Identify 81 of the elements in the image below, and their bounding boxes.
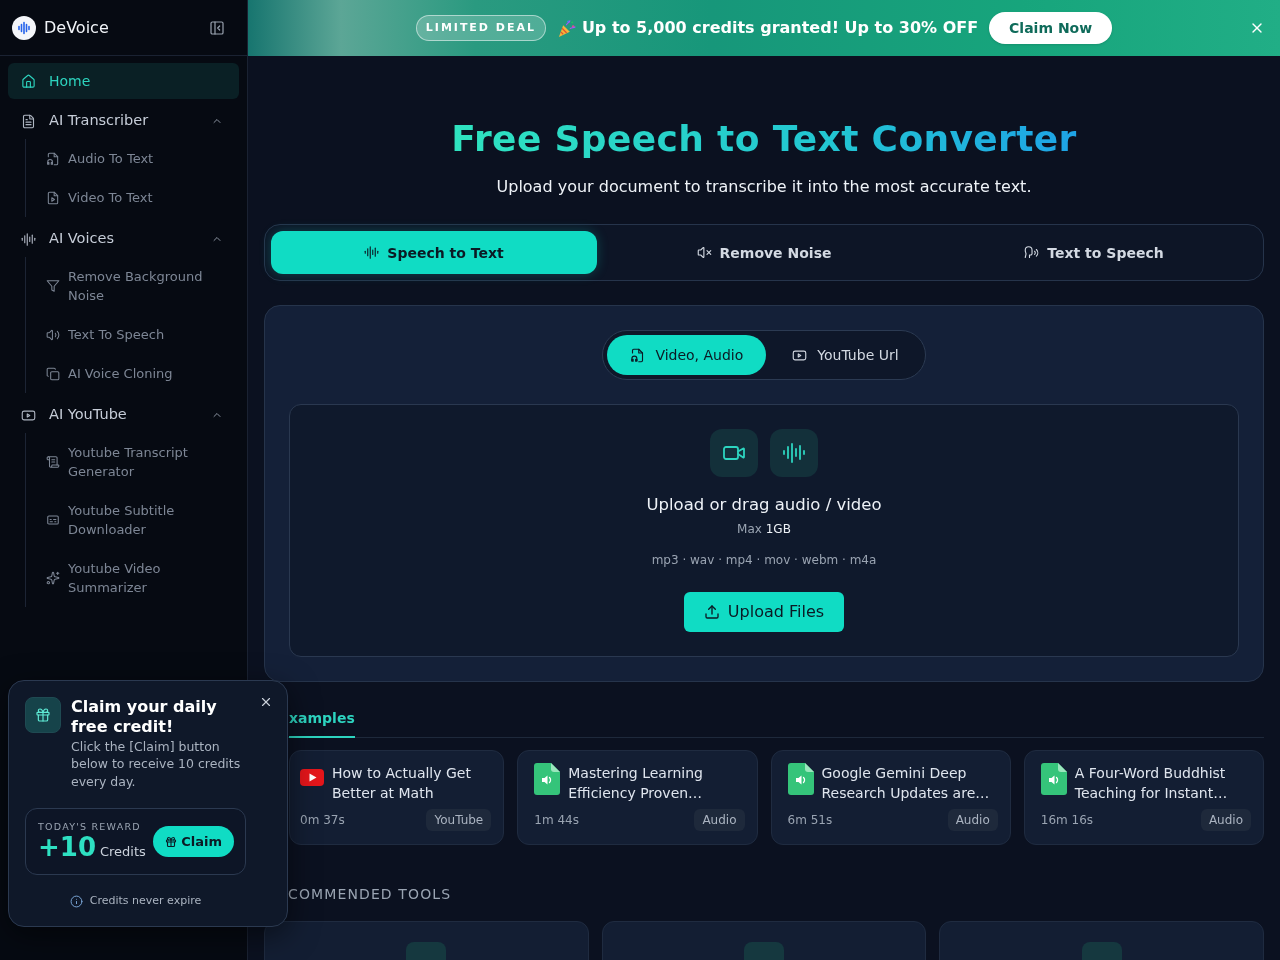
speaker-icon (46, 327, 60, 342)
nav-link[interactable]: Remove Background Noise (38, 257, 239, 315)
max-size-text: Max 1GB (737, 520, 791, 537)
example-card[interactable]: A Four-Word Buddhist Teaching for Instant… 16m 16s Audio (1023, 749, 1264, 845)
upload-prompt: Upload or drag audio / video (646, 494, 882, 516)
nav-link[interactable]: Video To Text (38, 178, 239, 217)
party-popper-icon (556, 18, 576, 38)
sound-wave-icon (770, 429, 818, 477)
tool-tab[interactable]: Remove Noise (601, 231, 927, 274)
example-title: Google Gemini Deep Research Updates are… (821, 763, 991, 803)
funnel-icon (46, 279, 60, 293)
file-play-icon (46, 190, 60, 205)
nav-link[interactable]: Youtube Subtitle Downloader (38, 491, 239, 549)
audio-file-icon (787, 762, 814, 795)
nav-link[interactable]: Youtube Video Summarizer (38, 549, 239, 607)
tool-tab[interactable]: Speech to Text (271, 231, 597, 274)
media-type-tag: Audio (947, 808, 998, 831)
audio-file-icon (1040, 762, 1067, 795)
collapse-sidebar-icon[interactable] (209, 19, 225, 36)
claim-now-button[interactable]: Claim Now (989, 12, 1113, 44)
nav-group-toggle[interactable]: AI YouTube (8, 397, 239, 433)
upload-dropzone[interactable]: Upload or drag audio / video Max 1GB mp3 · wav · mp4 · mov · webm · m4a Upload Files (289, 404, 1239, 657)
copy-icon (46, 366, 60, 381)
reward-amount: +10 (38, 833, 96, 862)
nav-link[interactable]: AI Voice Cloning (38, 354, 239, 393)
file-headphones-icon (46, 151, 60, 166)
speaker-muted-icon (696, 245, 712, 260)
media-type-tag: Audio (1200, 808, 1251, 831)
example-card[interactable]: How to Actually Get Better at Math 0m 37s YouTube (289, 749, 505, 845)
info-icon (69, 894, 83, 908)
duration-text: 0m 37s (300, 811, 345, 828)
reward-label: TODAY'S REWARD (38, 821, 142, 834)
claim-button[interactable]: Claim (153, 826, 234, 857)
duration-text: 1m 44s (534, 811, 579, 828)
media-type-tag: Audio (694, 808, 745, 831)
popup-note: Credits never expire (89, 893, 202, 909)
sound-wave-icon (21, 231, 36, 247)
example-title: A Four-Word Buddhist Teaching for Instant… (1074, 763, 1229, 803)
source-tab[interactable]: YouTube Url (770, 335, 921, 375)
brand-name: DeVoice (44, 16, 109, 39)
example-card[interactable]: Google Gemini Deep Research Updates are… 6m 51s Audio (770, 749, 1011, 845)
duration-text: 6m 51s (787, 811, 833, 828)
scroll-icon (46, 455, 60, 469)
audio-file-icon (534, 762, 561, 795)
nav-group-toggle[interactable]: AI Voices (8, 221, 239, 257)
duration-text: 16m 16s (1040, 811, 1094, 828)
nav-link[interactable]: Youtube Transcript Generator (38, 433, 239, 491)
captions-icon (46, 513, 60, 527)
popup-description: Click the [Claim] button below to receive 10 credits every day. (71, 737, 242, 790)
source-tab[interactable]: Video, Audio (607, 335, 767, 375)
upload-icon (703, 603, 720, 620)
limited-deal-badge: LIMITED DEAL (415, 14, 546, 42)
sound-wave-icon (364, 245, 380, 260)
nav-group-toggle[interactable]: AI Transcriber (8, 103, 239, 139)
document-icon (21, 113, 36, 129)
upload-files-button[interactable]: Upload Files (683, 591, 845, 632)
gift-icon (165, 835, 178, 848)
tool-tab[interactable]: Text to Speech (931, 231, 1257, 274)
speaking-head-icon (1024, 245, 1040, 260)
section-heading: COMMENDED TOOLS (288, 884, 453, 904)
nav-link[interactable]: Home (8, 63, 239, 99)
video-camera-icon (710, 429, 758, 477)
sparkles-icon (46, 571, 60, 585)
promo-message: Up to 5,000 credits granted! Up to 30% OFF (581, 17, 979, 39)
example-card[interactable]: Mastering Learning Efficiency Proven… 1m 44s Audio (517, 749, 758, 845)
file-formats-text: mp3 · wav · mp4 · mov · webm · m4a (651, 551, 877, 568)
nav-link[interactable]: Text To Speech (38, 315, 239, 354)
example-title: Mastering Learning Efficiency Proven… (568, 763, 704, 803)
nav-link[interactable]: Audio To Text (38, 139, 239, 178)
house-icon (21, 73, 36, 89)
popup-title: Claim your daily free credit! (71, 696, 218, 737)
video-player-icon (21, 407, 36, 423)
file-headphones-icon (630, 347, 646, 363)
video-play-icon (300, 768, 324, 786)
reward-unit: Credits (99, 843, 146, 862)
media-type-tag: YouTube (426, 808, 492, 831)
logo-icon (12, 15, 36, 40)
page-subtitle: Upload your document to transcribe it into the most accurate text. (495, 176, 1033, 198)
video-player-icon (792, 347, 808, 363)
example-title: How to Actually Get Better at Math (332, 763, 472, 803)
gift-icon (25, 696, 61, 733)
